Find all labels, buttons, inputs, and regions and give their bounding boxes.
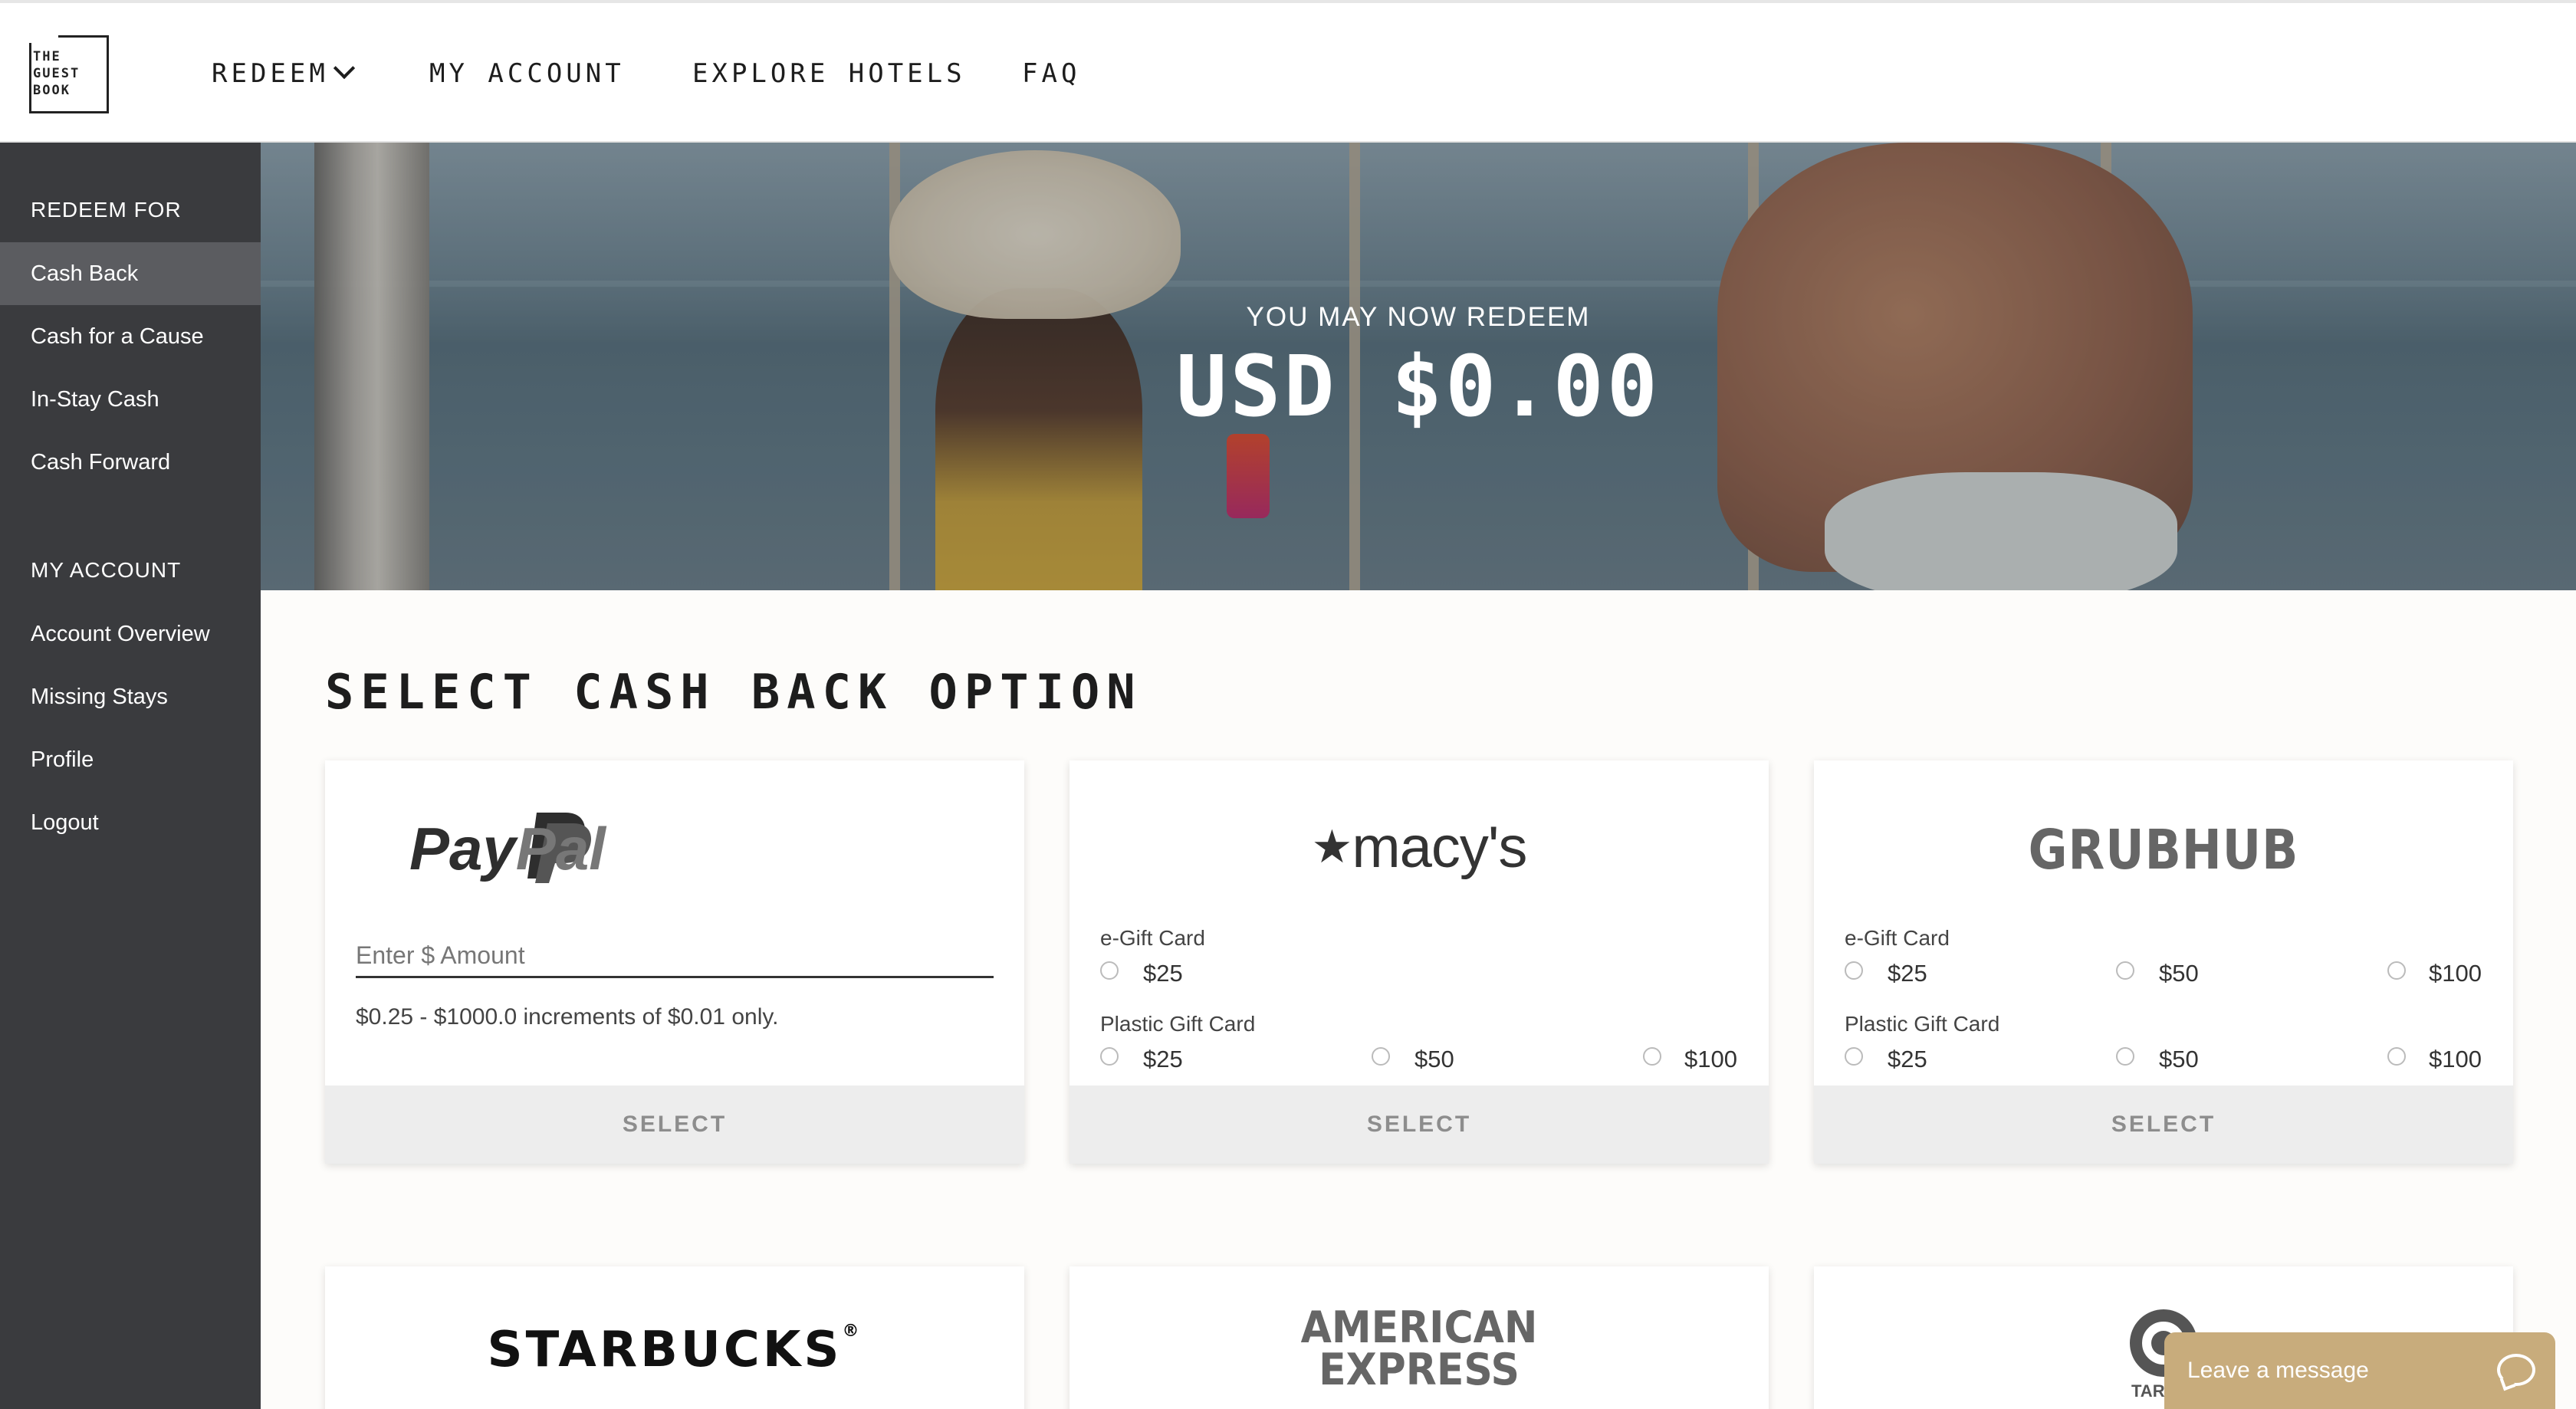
macys-plastic-label: Plastic Gift Card [1100,1012,1256,1036]
nav-redeem-label: REDEEM [212,58,329,89]
chat-bubble-icon [2497,1354,2535,1386]
star-icon: ★ [1311,821,1353,872]
amex-wordmark-line1: AMERICAN [1300,1302,1538,1354]
paypal-wordmark: PayPal [409,814,606,884]
nav-explore-hotels[interactable]: EXPLORE HOTELS [692,58,966,89]
sidebar-item-in-stay-cash[interactable]: In-Stay Cash [0,368,261,431]
grubhub-plastic-100-label: $100 [2429,1046,2482,1072]
paypal-wordmark-pal: Pal [515,815,606,882]
paypal-amount-input[interactable] [356,935,994,978]
macys-plastic-100-label: $100 [1684,1046,1737,1072]
main-content: SELECT CASH BACK OPTION PayPal $0.25 - $… [261,590,2576,1409]
sidebar-heading-account: MY ACCOUNT [31,558,182,582]
sidebar: REDEEM FOR Cash Back Cash for a Cause In… [0,143,261,1409]
macys-egift-25-radio[interactable] [1100,961,1119,980]
chat-label: Leave a message [2187,1358,2369,1383]
grubhub-card: GRUBHUB e-Gift Card $25 $50 $100 Plastic… [1814,760,2513,1164]
grubhub-egift-25-label: $25 [1888,960,1927,987]
sidebar-heading-redeem: REDEEM FOR [31,198,182,222]
sidebar-item-cash-for-a-cause[interactable]: Cash for a Cause [0,305,261,368]
registered-mark: ® [842,1322,863,1341]
sidebar-item-logout[interactable]: Logout [0,791,261,854]
hero-subtitle: YOU MAY NOW REDEEM [1246,302,1591,332]
grubhub-plastic-25-radio[interactable] [1845,1047,1863,1066]
starbucks-logo: STARBUCKS® [325,1322,1024,1378]
logo-line: THE [33,49,61,64]
sidebar-item-cash-forward[interactable]: Cash Forward [0,431,261,494]
sidebar-item-account-overview[interactable]: Account Overview [0,603,261,665]
starbucks-wordmark: STARBUCKS [487,1322,843,1378]
grubhub-egift-label: e-Gift Card [1845,926,1950,950]
sidebar-item-cash-back[interactable]: Cash Back [0,242,261,305]
macys-plastic-25-label: $25 [1143,1046,1183,1072]
grubhub-plastic-100-radio[interactable] [2387,1047,2406,1066]
grubhub-plastic-25-label: $25 [1888,1046,1927,1072]
redeemable-amount: USD $0.00 [1175,337,1661,435]
grubhub-plastic-50-label: $50 [2159,1046,2199,1072]
guest-book-logo[interactable]: THE GUEST BOOK [29,35,109,113]
page-title: SELECT CASH BACK OPTION [325,664,1142,720]
grubhub-egift-100-radio[interactable] [2387,961,2406,980]
macys-egift-25-label: $25 [1143,960,1183,987]
grubhub-select-button[interactable]: SELECT [1814,1085,2513,1164]
grubhub-egift-100-label: $100 [2429,960,2482,987]
amex-card: AMERICAN EXPRESS [1070,1266,1769,1409]
amex-logo: AMERICAN EXPRESS [1070,1302,1769,1396]
logo-line: GUEST [33,66,80,81]
grubhub-wordmark: GRUBHUB [2028,817,2299,882]
nav-redeem[interactable]: REDEEM [212,57,355,89]
chevron-down-icon [333,57,355,80]
macys-plastic-25-radio[interactable] [1100,1047,1119,1066]
sidebar-item-profile[interactable]: Profile [0,728,261,791]
grubhub-egift-50-radio[interactable] [2116,961,2134,980]
macys-select-button[interactable]: SELECT [1070,1085,1769,1164]
grubhub-egift-50-label: $50 [2159,960,2199,987]
macys-plastic-50-label: $50 [1414,1046,1454,1072]
sidebar-item-missing-stays[interactable]: Missing Stays [0,665,261,728]
paypal-select-button[interactable]: SELECT [325,1085,1024,1164]
amex-wordmark-line2: EXPRESS [1319,1345,1520,1396]
macys-wordmark: macy's [1352,815,1527,880]
macys-card: ★macy's e-Gift Card $25 Plastic Gift Car… [1070,760,1769,1164]
macys-egift-label: e-Gift Card [1100,926,1205,950]
macys-plastic-100-radio[interactable] [1643,1047,1661,1066]
grubhub-plastic-label: Plastic Gift Card [1845,1012,2000,1036]
leave-message-chat-widget[interactable]: Leave a message [2164,1332,2555,1409]
starbucks-card: STARBUCKS® [325,1266,1024,1409]
grubhub-logo: GRUBHUB [1814,818,2513,882]
hero-banner: YOU MAY NOW REDEEM USD $0.00 [261,143,2576,590]
grubhub-plastic-50-radio[interactable] [2116,1047,2134,1066]
paypal-amount-hint: $0.25 - $1000.0 increments of $0.01 only… [356,1004,779,1030]
paypal-card: PayPal $0.25 - $1000.0 increments of $0.… [325,760,1024,1164]
nav-my-account[interactable]: MY ACCOUNT [429,58,625,89]
paypal-wordmark-pay: Pay [409,815,516,882]
grubhub-egift-25-radio[interactable] [1845,961,1863,980]
macys-plastic-50-radio[interactable] [1372,1047,1390,1066]
nav-faq[interactable]: FAQ [1022,58,1080,89]
logo-line: BOOK [33,83,71,98]
top-nav-bar: THE GUEST BOOK REDEEM MY ACCOUNT EXPLORE… [0,0,2576,143]
macys-logo: ★macy's [1070,814,1769,881]
